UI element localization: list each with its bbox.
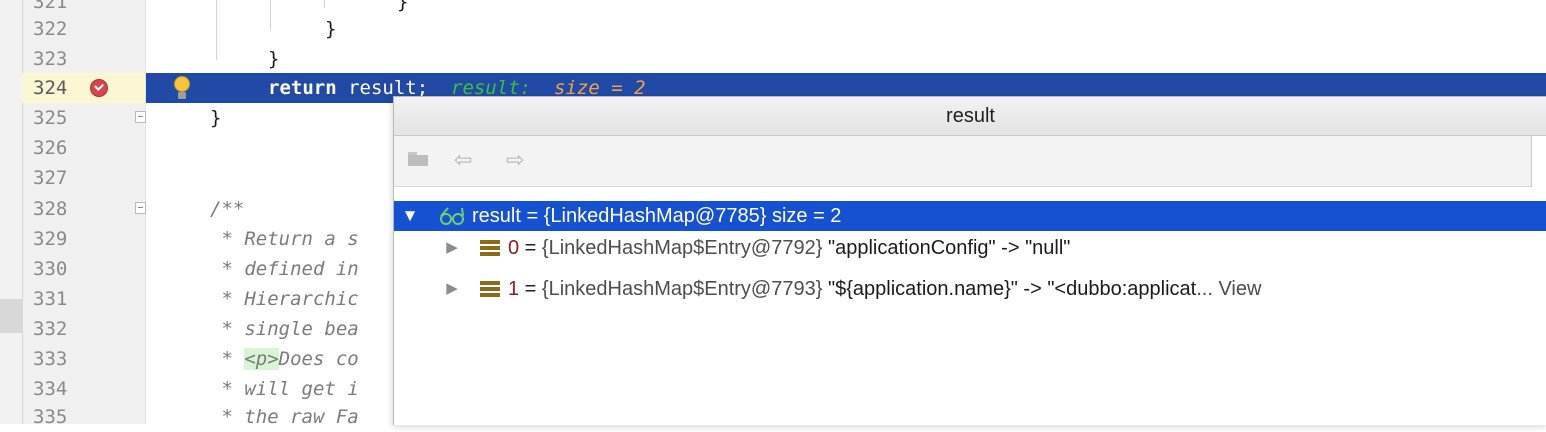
entry-ref: {LinkedHashMap$Entry@7792} <box>541 237 823 259</box>
entry-value: "applicationConfig" -> "null" <box>822 237 1071 259</box>
comment-text: * the raw Fa <box>210 406 359 428</box>
line-number: 323 <box>33 48 68 70</box>
line-number: 327 <box>33 167 68 189</box>
forward-arrow-icon[interactable]: ⇨ <box>506 146 524 174</box>
back-arrow-icon[interactable]: ⇦ <box>454 146 472 174</box>
variable-inspect-popup[interactable]: result ⇦ ⇨ ▼ result = {LinkedHashMap@778… <box>393 96 1546 425</box>
view-link[interactable]: View <box>1218 278 1261 300</box>
comment-text: /** <box>210 198 245 220</box>
value-ellipsis: ... <box>1196 278 1219 300</box>
comment-text: * defined in <box>210 258 359 280</box>
folder-icon[interactable] <box>407 146 429 174</box>
fold-marker-icon[interactable] <box>135 111 146 123</box>
line-number: 322 <box>33 18 68 40</box>
tree-row-label: 0 = {LinkedHashMap$Entry@7792} "applicat… <box>508 233 1070 263</box>
var-size: size = 2 <box>766 205 842 227</box>
expand-arrow-right-icon[interactable]: ▶ <box>442 274 462 304</box>
html-tag-p: <p> <box>244 348 279 370</box>
code-line-323[interactable]: 323 } <box>22 44 1546 74</box>
fold-marker-icon[interactable] <box>135 202 146 214</box>
comment-text: * <p>Does co <box>210 344 359 374</box>
entry-value: "${application.name}" -> "<dubbo:applica… <box>822 278 1197 300</box>
map-entry-icon <box>480 240 500 257</box>
map-entry-icon <box>480 281 500 298</box>
line-number: 332 <box>33 318 68 340</box>
expand-arrow-right-icon[interactable]: ▶ <box>442 233 462 263</box>
outer-left-strip <box>0 0 22 424</box>
comment-rest: Does co <box>278 348 359 370</box>
line-number: 326 <box>33 137 68 159</box>
line-number: 334 <box>33 378 68 400</box>
expand-arrow-down-icon[interactable]: ▼ <box>400 201 420 231</box>
entry-index: 0 <box>508 237 520 259</box>
code-text: } <box>210 107 222 129</box>
line-number: 331 <box>33 288 68 310</box>
line-number: 325 <box>33 107 68 129</box>
line-number: 328 <box>33 198 68 220</box>
entry-ref: {LinkedHashMap$Entry@7793} <box>541 278 823 300</box>
watch-glasses-icon <box>440 207 464 225</box>
line-number: 330 <box>33 258 68 280</box>
tree-row-entry-0[interactable]: ▶ 0 = {LinkedHashMap$Entry@7792} "applic… <box>394 233 1546 263</box>
breakpoint-icon[interactable] <box>90 79 108 97</box>
keyword-return: return <box>268 77 337 99</box>
outer-side-tab[interactable] <box>0 299 22 333</box>
comment-text: * Return a s <box>210 228 359 250</box>
comment-text: * single bea <box>210 318 359 340</box>
var-op: = <box>520 205 544 227</box>
entry-index: 1 <box>508 278 520 300</box>
entry-op: = <box>519 278 542 300</box>
comment-text: * will get i <box>210 378 359 400</box>
tree-row-label: result = {LinkedHashMap@7785} size = 2 <box>472 201 841 231</box>
tree-row-label: 1 = {LinkedHashMap$Entry@7793} "${applic… <box>508 274 1261 304</box>
var-name: result <box>472 205 521 227</box>
line-number: 335 <box>33 406 68 428</box>
tree-row-entry-1[interactable]: ▶ 1 = {LinkedHashMap$Entry@7793} "${appl… <box>394 274 1546 304</box>
code-line-322[interactable]: 322 } <box>22 14 1546 44</box>
popup-title: result <box>394 97 1546 136</box>
code-text: } <box>268 48 280 70</box>
entry-op: = <box>519 237 542 259</box>
comment-text: * Hierarchic <box>210 288 359 310</box>
comment-prefix: * <box>210 348 245 370</box>
line-number: 333 <box>33 348 68 370</box>
code-text: } <box>325 18 337 40</box>
line-number: 324 <box>33 77 68 99</box>
lightbulb-icon[interactable] <box>174 76 190 99</box>
line-number: 329 <box>33 228 68 250</box>
tree-row-result[interactable]: ▼ result = {LinkedHashMap@7785} size = 2 <box>394 201 1546 231</box>
popup-toolbar: ⇦ ⇨ <box>394 136 1532 187</box>
var-ref: {LinkedHashMap@7785} <box>543 205 767 227</box>
